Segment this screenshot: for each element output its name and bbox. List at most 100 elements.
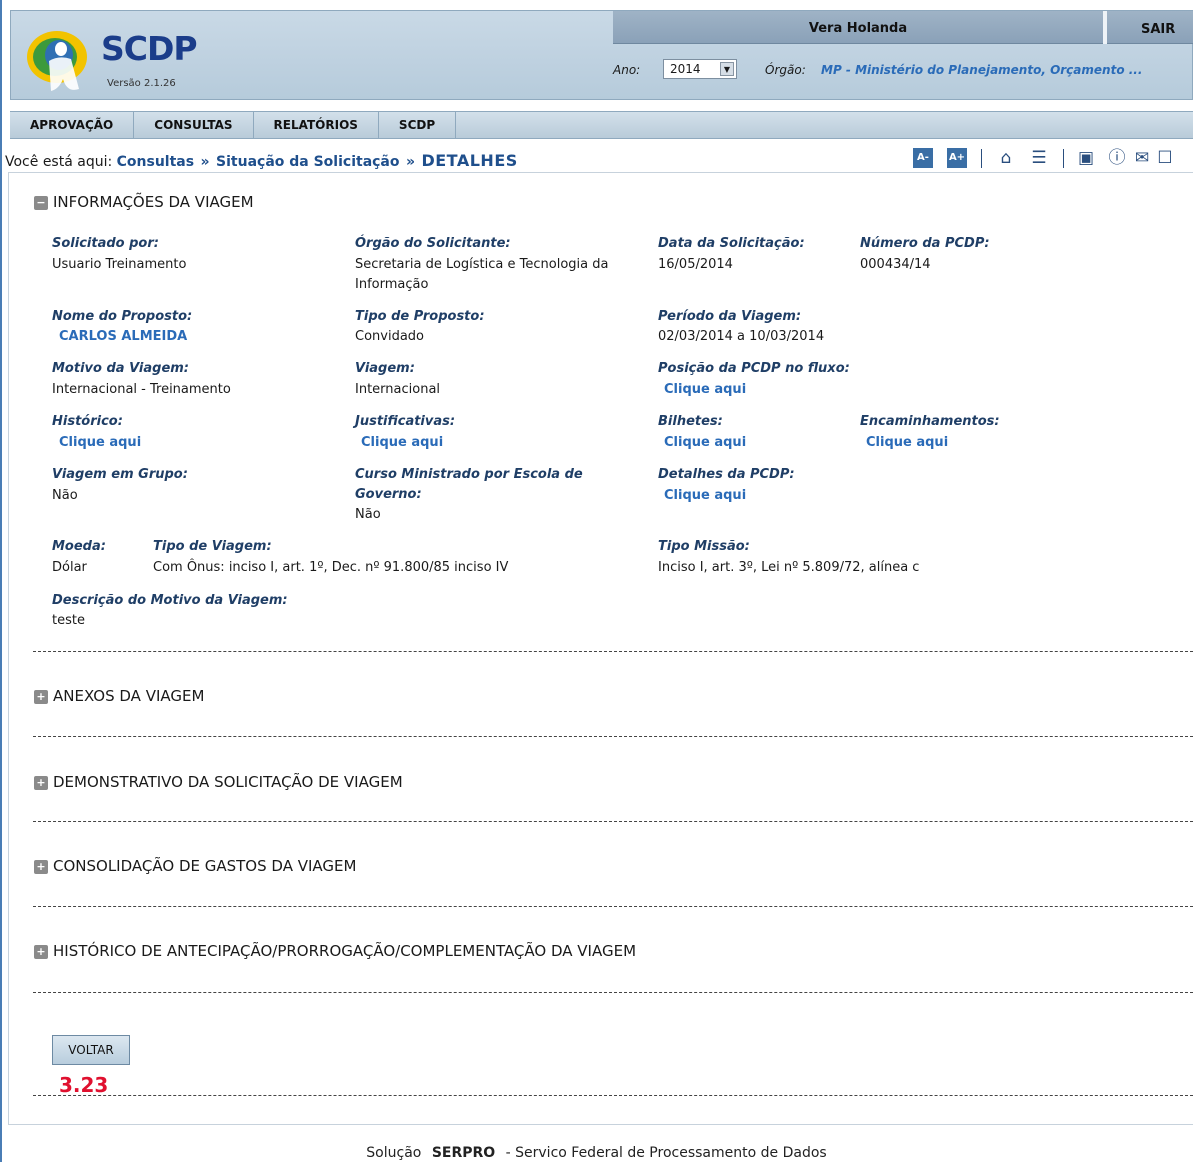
year-select[interactable]: 2014 ▼ [663,59,737,79]
tipo-viagem-value: Com Ônus: inciso I, art. 1º, Dec. nº 91.… [153,560,509,575]
video-icon[interactable]: ▣ [1076,148,1096,168]
tipo-viagem-label: Tipo de Viagem: [153,539,272,554]
tipo-missao-value: Inciso I, art. 3º, Lei nº 5.809/72, alín… [658,560,920,575]
section-historico-header[interactable]: + HISTÓRICO DE ANTECIPAÇÃO/PRORROGAÇÃO/CO… [34,942,636,960]
version-stamp: 3.23 [59,1073,109,1097]
historico-link[interactable]: Clique aqui [59,435,141,450]
bilhetes-link[interactable]: Clique aqui [664,435,746,450]
historico-label: Histórico: [52,414,123,429]
justificativas-label: Justificativas: [355,414,456,429]
section-divider [33,906,1193,907]
data-solicitacao-value: 16/05/2014 [658,257,733,272]
viagem-grupo-value: Não [52,488,78,503]
section-divider [33,651,1193,652]
font-increase-button[interactable]: A+ [947,148,967,168]
page-footer: Solução SERPRO - Servico Federal de Proc… [0,1145,1193,1161]
moeda-label: Moeda: [52,539,106,554]
organ-label: Órgão: [765,63,806,77]
organ-value-link[interactable]: MP - Ministério do Planejamento, Orçamen… [821,63,1142,77]
breadcrumb-prefix: Você está aqui: [5,154,113,170]
year-select-value: 2014 [670,62,701,76]
bilhetes-label: Bilhetes: [658,414,723,429]
collapse-icon[interactable]: − [34,196,48,210]
section-consolidacao-header[interactable]: + CONSOLIDAÇÃO DE GASTOS DA VIAGEM [34,857,356,875]
nome-proposto-link[interactable]: CARLOS ALMEIDA [59,329,187,344]
nome-proposto-label: Nome do Proposto: [52,309,193,324]
breadcrumb-separator-icon: » [405,154,416,170]
year-label: Ano: [613,63,641,77]
orgao-solicitante-label: Órgão do Solicitante: [355,236,511,251]
scdp-logo-icon [27,31,87,91]
section-demonstrativo-header[interactable]: + DEMONSTRATIVO DA SOLICITAÇÃO DE VIAGEM [34,773,403,791]
section-demonstrativo-title: DEMONSTRATIVO DA SOLICITAÇÃO DE VIAGEM [53,773,403,791]
section-info-title: INFORMAÇÕES DA VIAGEM [53,193,254,211]
menu-item-scdp[interactable]: SCDP [379,112,457,139]
breadcrumb-separator-icon: » [200,154,210,170]
breadcrumb-consultas[interactable]: Consultas [117,154,194,170]
menu-item-aprovacao[interactable]: APROVAÇÃO [10,112,135,139]
expand-icon[interactable]: + [34,690,48,704]
comment-icon[interactable]: ☰ [1029,148,1049,168]
detalhes-pcdp-link[interactable]: Clique aqui [664,488,746,503]
curso-value: Não [355,507,381,522]
solicitado-por-label: Solicitado por: [52,236,159,251]
tipo-missao-label: Tipo Missão: [658,539,750,554]
app-version: Versão 2.1.26 [107,78,176,89]
detalhes-pcdp-label: Detalhes da PCDP: [658,467,795,482]
motivo-label: Motivo da Viagem: [52,361,190,376]
chat-icon[interactable]: ☐ [1157,148,1173,168]
section-divider [33,992,1193,993]
tipo-proposto-label: Tipo de Proposto: [355,309,485,324]
scdp-logo: SCDP Versão 2.1.26 [19,19,209,95]
user-name: Vera Holanda [808,21,908,36]
help-icon[interactable]: ⓘ [1107,148,1127,168]
menu-item-relatorios[interactable]: RELATÓRIOS [254,112,379,139]
logout-button[interactable]: SAIR [1141,22,1175,37]
user-bar-divider [1103,11,1107,44]
footer-brand: SERPRO [431,1145,496,1161]
viagem-grupo-label: Viagem em Grupo: [52,467,188,482]
breadcrumb-current: DETALHES [421,151,518,170]
expand-icon[interactable]: + [34,860,48,874]
mail-icon[interactable]: ✉ [1132,148,1152,168]
section-historico-title: HISTÓRICO DE ANTECIPAÇÃO/PRORROGAÇÃO/COM… [53,942,637,960]
encaminhamentos-label: Encaminhamentos: [860,414,1000,429]
footer-suffix: - Servico Federal de Processamento de Da… [505,1145,827,1161]
chevron-down-icon[interactable]: ▼ [720,62,734,76]
toolbar-divider [1063,149,1064,168]
moeda-value: Dólar [52,560,87,575]
descricao-label: Descrição do Motivo da Viagem: [52,593,288,608]
motivo-value: Internacional - Treinamento [52,382,231,397]
posicao-link[interactable]: Clique aqui [664,382,746,397]
periodo-value: 02/03/2014 a 10/03/2014 [658,329,825,344]
orgao-solicitante-value: Secretaria de Logística e Tecnologia da [355,257,609,272]
viagem-value: Internacional [355,382,441,397]
footer-prefix: Solução [366,1145,422,1161]
breadcrumb: Você está aqui: Consultas » Situação da … [5,151,518,170]
section-consolidacao-title: CONSOLIDAÇÃO DE GASTOS DA VIAGEM [53,857,357,875]
tipo-proposto-value: Convidado [355,329,424,344]
periodo-label: Período da Viagem: [658,309,802,324]
expand-icon[interactable]: + [34,776,48,790]
section-anexos-header[interactable]: + ANEXOS DA VIAGEM [34,687,204,705]
voltar-button[interactable]: VOLTAR [52,1035,130,1065]
home-icon[interactable]: ⌂ [996,148,1016,168]
descricao-value: teste [52,613,85,628]
justificativas-link[interactable]: Clique aqui [361,435,443,450]
section-info-header[interactable]: − INFORMAÇÕES DA VIAGEM [34,193,254,211]
expand-icon[interactable]: + [34,945,48,959]
curso-label-line2: Governo: [355,487,422,502]
orgao-solicitante-value-line2: Informação [355,277,429,292]
numero-pcdp-label: Número da PCDP: [860,236,990,251]
breadcrumb-situacao[interactable]: Situação da Solicitação [216,154,399,170]
menu-item-consultas[interactable]: CONSULTAS [134,112,254,139]
section-anexos-title: ANEXOS DA VIAGEM [53,687,205,705]
user-bar: Vera Holanda SAIR [613,11,1193,44]
viagem-label: Viagem: [355,361,415,376]
encaminhamentos-link[interactable]: Clique aqui [866,435,948,450]
section-divider [33,736,1193,737]
toolbar-divider [981,149,982,168]
posicao-label: Posição da PCDP no fluxo: [658,361,850,376]
font-decrease-button[interactable]: A- [913,148,933,168]
section-divider [33,1095,1193,1096]
